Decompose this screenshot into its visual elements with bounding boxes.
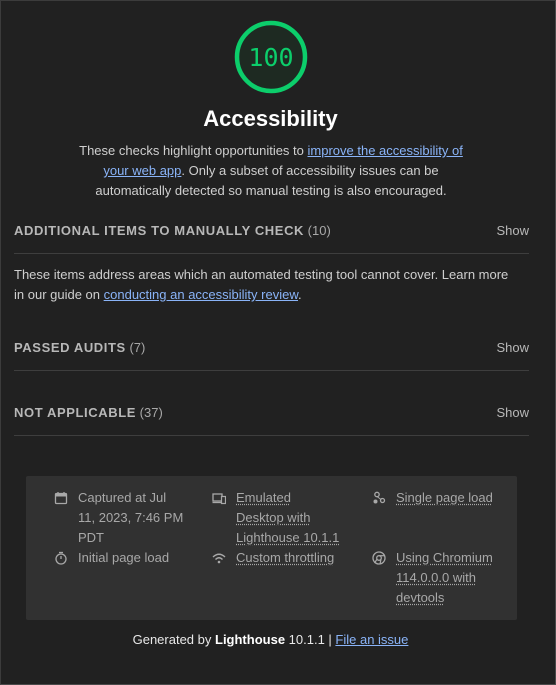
divider [14,435,529,436]
meta-initial-load: Initial page load [54,548,184,568]
section-count: (37) [139,404,163,420]
accessibility-review-link[interactable]: conducting an accessibility review [104,287,298,302]
divider [14,253,529,254]
section-title: NOT APPLICABLE (37) [14,404,163,420]
score-value: 100 [248,42,294,72]
manual-text-end: . [298,287,302,302]
meta-single-page: Single page load [372,488,502,508]
section-manual-checks[interactable]: ADDITIONAL ITEMS TO MANUALLY CHECK (10) … [14,220,529,240]
section-count: (10) [307,222,331,238]
calendar-icon [54,492,68,505]
footer-generated-by: Generated by [132,632,215,647]
chrome-icon [372,551,386,565]
meta-chromium: Using Chromium 114.0.0.0 with devtools [372,548,502,608]
manual-checks-description: These items address areas which an autom… [14,265,519,305]
emulated-text[interactable]: Emulated Desktop with Lighthouse 10.1.1 [236,488,342,548]
footer-brand: Lighthouse [215,632,286,647]
throttling-text[interactable]: Custom throttling [236,548,334,568]
show-toggle[interactable]: Show [496,223,529,238]
section-passed-audits[interactable]: PASSED AUDITS (7) Show [14,337,529,357]
meta-captured: Captured at Jul 11, 2023, 7:46 PM PDT [54,488,184,548]
file-issue-link[interactable]: File an issue [335,632,408,647]
footer: Generated by Lighthouse 10.1.1 | File an… [0,632,541,647]
score-gauge: 100 [234,20,308,94]
show-toggle[interactable]: Show [496,405,529,420]
section-title: ADDITIONAL ITEMS TO MANUALLY CHECK (10) [14,222,331,238]
meta-throttling: Custom throttling [212,548,342,568]
stopwatch-icon [55,551,67,565]
section-title: PASSED AUDITS (7) [14,339,146,355]
devices-icon [212,493,226,505]
section-not-applicable[interactable]: NOT APPLICABLE (37) Show [14,402,529,422]
runtime-settings: Captured at Jul 11, 2023, 7:46 PM PDT Em… [26,476,517,620]
divider [14,370,529,371]
footer-version: 10.1.1 | [285,632,336,647]
wifi-icon [212,553,226,564]
initial-load-text: Initial page load [78,550,170,565]
description-text: These checks highlight opportunities to [79,143,308,158]
category-title: Accessibility [203,106,338,131]
single-page-text[interactable]: Single page load [396,488,493,508]
captured-text: Captured at Jul 11, 2023, 7:46 PM PDT [78,490,184,545]
section-count: (7) [129,339,146,355]
show-toggle[interactable]: Show [496,340,529,355]
meta-emulated: Emulated Desktop with Lighthouse 10.1.1 [212,488,342,548]
nodes-icon [373,491,386,504]
category-description: These checks highlight opportunities to … [74,141,468,201]
chromium-text[interactable]: Using Chromium 114.0.0.0 with devtools [396,548,502,608]
